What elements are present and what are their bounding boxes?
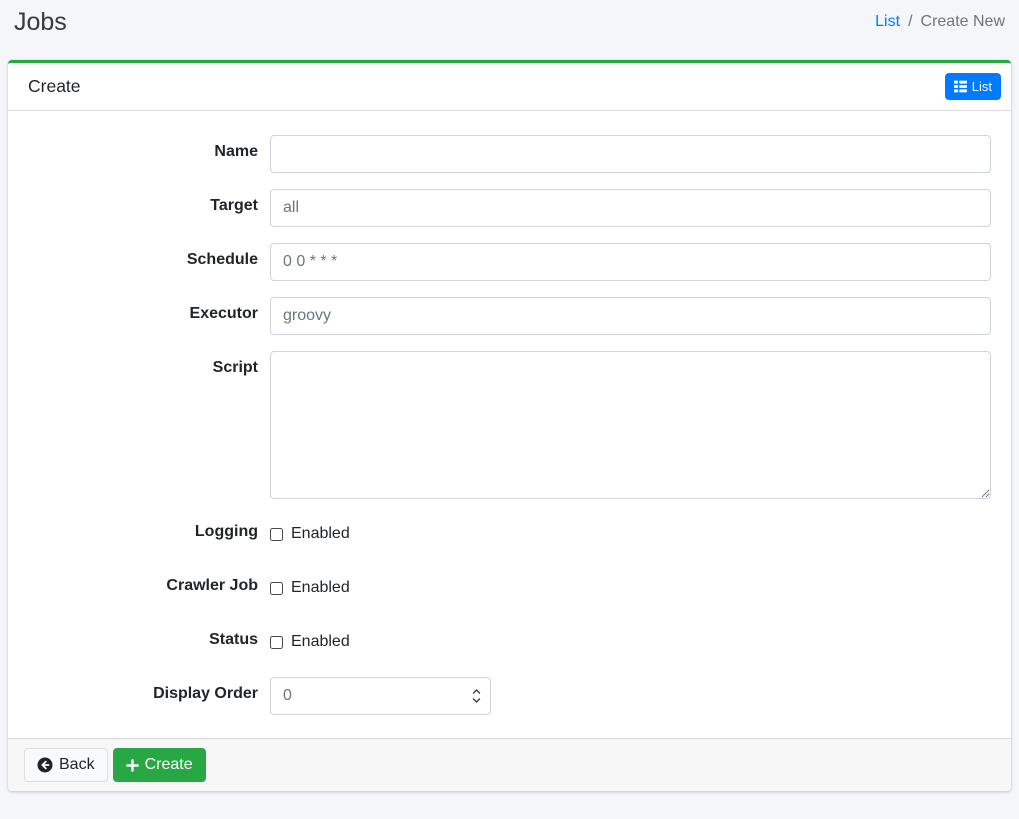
crawler-job-label: Crawler Job [28, 569, 270, 595]
number-spinner-up-down-icon[interactable] [471, 686, 482, 706]
create-button[interactable]: Create [113, 748, 206, 782]
script-textarea[interactable] [270, 351, 991, 499]
form-row-schedule: Schedule [28, 243, 991, 281]
status-enabled-checkbox[interactable] [270, 636, 283, 649]
status-enabled-label: Enabled [291, 633, 350, 651]
page-title: Jobs [14, 7, 67, 37]
back-button-label: Back [59, 753, 95, 777]
arrow-circle-left-icon [37, 757, 53, 773]
form-row-script: Script [28, 351, 991, 499]
logging-enabled-label: Enabled [291, 525, 350, 543]
crawler-job-enabled-checkbox[interactable] [270, 582, 283, 595]
list-button[interactable]: List [945, 73, 1001, 100]
breadcrumb-current: Create New [921, 11, 1005, 32]
display-order-input[interactable] [283, 687, 471, 705]
form-row-display-order: Display Order [28, 677, 991, 715]
target-input[interactable] [270, 189, 991, 227]
breadcrumb: List / Create New [875, 11, 1005, 32]
target-label: Target [28, 189, 270, 215]
breadcrumb-separator: / [908, 11, 912, 32]
card-body: Name Target Schedule Executor Script [8, 111, 1011, 738]
form-row-name: Name [28, 135, 991, 173]
form-row-status: Status Enabled [28, 623, 991, 661]
crawler-job-enabled-label: Enabled [291, 579, 350, 597]
logging-enabled-checkbox[interactable] [270, 528, 283, 541]
breadcrumb-link-list[interactable]: List [875, 11, 900, 32]
form-row-executor: Executor [28, 297, 991, 335]
back-button[interactable]: Back [24, 748, 108, 782]
card-header: Create List [8, 63, 1011, 111]
display-order-label: Display Order [28, 677, 270, 703]
card-footer: Back Create [8, 738, 1011, 791]
display-order-field [270, 677, 491, 715]
script-label: Script [28, 351, 270, 377]
logging-label: Logging [28, 515, 270, 541]
form-row-crawler-job: Crawler Job Enabled [28, 569, 991, 607]
plus-icon [126, 759, 139, 772]
name-input[interactable] [270, 135, 991, 173]
create-button-label: Create [145, 753, 193, 777]
form-row-target: Target [28, 189, 991, 227]
schedule-input[interactable] [270, 243, 991, 281]
name-label: Name [28, 135, 270, 161]
executor-label: Executor [28, 297, 270, 323]
create-job-card: Create List Name Target [8, 60, 1011, 791]
content-header: Jobs List / Create New [0, 0, 1019, 37]
list-button-label: List [972, 80, 992, 93]
schedule-label: Schedule [28, 243, 270, 269]
status-label: Status [28, 623, 270, 649]
card-title: Create [28, 76, 81, 97]
th-list-icon [954, 80, 967, 93]
form-row-logging: Logging Enabled [28, 515, 991, 553]
executor-input[interactable] [270, 297, 991, 335]
